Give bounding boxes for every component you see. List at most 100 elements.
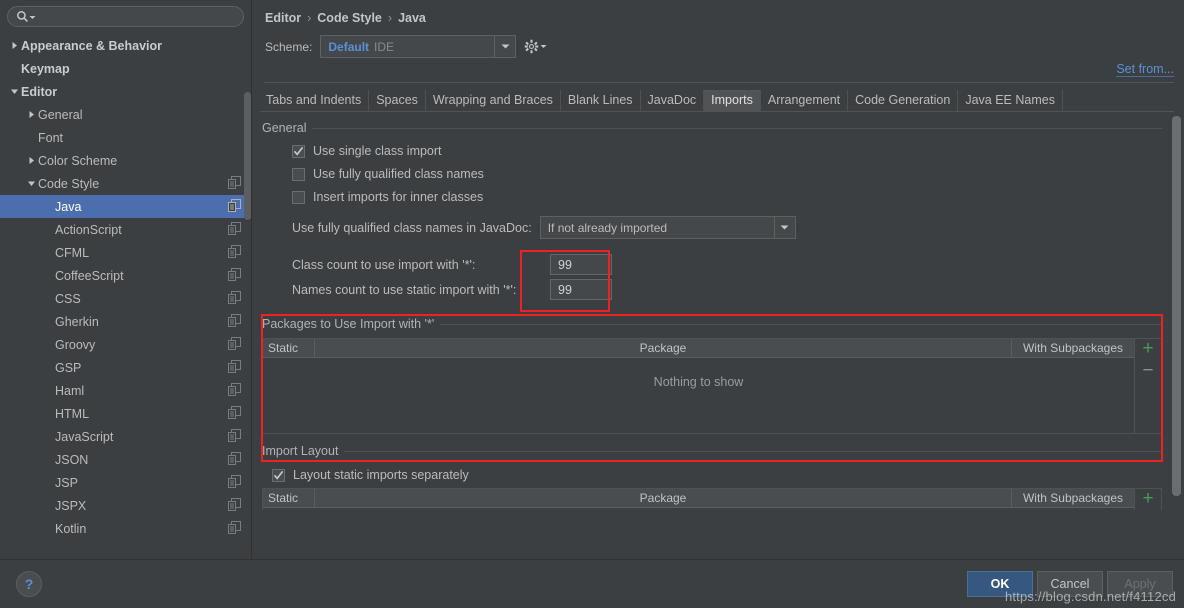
- sidebar-item-gsp[interactable]: GSP: [0, 356, 251, 379]
- header-divider: [264, 82, 1174, 83]
- names-count-input[interactable]: 99: [550, 279, 612, 300]
- packages-table[interactable]: Static Package With Subpackages Nothing …: [262, 338, 1162, 434]
- chevron-down-icon[interactable]: [773, 217, 795, 238]
- group-rule: [440, 323, 1162, 325]
- column-header-package[interactable]: Package: [315, 489, 1012, 507]
- chevron-down-icon[interactable]: [25, 179, 38, 188]
- remove-package-button[interactable]: −: [1142, 361, 1153, 380]
- copy-scheme-icon[interactable]: [228, 474, 241, 491]
- copy-scheme-icon[interactable]: [228, 290, 241, 307]
- chevron-down-icon[interactable]: [494, 36, 515, 57]
- layout-static-imports-checkbox[interactable]: [272, 468, 285, 482]
- set-from-link[interactable]: Set from...: [1116, 62, 1174, 77]
- copy-scheme-icon[interactable]: [228, 451, 241, 468]
- content-scrollbar-thumb[interactable]: [1172, 116, 1181, 496]
- sidebar-item-actionscript[interactable]: ActionScript: [0, 218, 251, 241]
- column-header-static[interactable]: Static: [263, 339, 315, 357]
- help-button[interactable]: ?: [16, 571, 42, 597]
- sidebar-item-label: Color Scheme: [38, 153, 118, 168]
- copy-scheme-icon[interactable]: [228, 198, 241, 215]
- sidebar-item-font[interactable]: Font: [0, 126, 251, 149]
- sidebar-item-code-style[interactable]: Code Style: [0, 172, 251, 195]
- gear-dropdown-icon: [540, 45, 547, 48]
- column-header-subpackages[interactable]: With Subpackages: [1012, 339, 1134, 357]
- checkbox-use-fully-qualified-class-names[interactable]: [292, 167, 305, 181]
- tab-arrangement[interactable]: Arrangement: [761, 90, 849, 111]
- column-header-package[interactable]: Package: [315, 339, 1012, 357]
- copy-scheme-icon[interactable]: [228, 382, 241, 399]
- checkbox-row-1[interactable]: Use fully qualified class names: [292, 167, 1162, 181]
- scheme-dropdown[interactable]: Default IDE: [320, 35, 517, 58]
- copy-scheme-icon[interactable]: [228, 267, 241, 284]
- settings-tabs[interactable]: Tabs and Indents Spaces Wrapping and Brace…: [259, 90, 1184, 111]
- tab-blank-lines[interactable]: Blank Lines: [561, 90, 641, 111]
- copy-scheme-icon[interactable]: [228, 336, 241, 353]
- sidebar-item-editor[interactable]: Editor: [0, 80, 251, 103]
- column-header-static[interactable]: Static: [263, 489, 315, 507]
- checkbox-row-2[interactable]: Insert imports for inner classes: [292, 190, 1162, 204]
- checkbox-insert-imports-for-inner-classes[interactable]: [292, 190, 305, 204]
- sidebar-item-haml[interactable]: Haml: [0, 379, 251, 402]
- sidebar-item-label: Keymap: [21, 61, 70, 76]
- sidebar-item-appearance-behavior[interactable]: Appearance & Behavior: [0, 34, 251, 57]
- sidebar-item-label: Appearance & Behavior: [21, 38, 163, 53]
- chevron-down-icon[interactable]: [8, 87, 21, 96]
- search-icon: [16, 10, 29, 23]
- copy-scheme-icon[interactable]: [228, 428, 241, 445]
- sidebar-item-label: CSS: [55, 291, 81, 306]
- column-header-subpackages[interactable]: With Subpackages: [1012, 489, 1134, 507]
- sidebar-item-general[interactable]: General: [0, 103, 251, 126]
- class-count-input[interactable]: 99: [550, 254, 612, 275]
- chevron-right-icon[interactable]: [8, 41, 21, 50]
- copy-scheme-icon[interactable]: [228, 313, 241, 330]
- tab-wrapping-and-braces[interactable]: Wrapping and Braces: [426, 90, 561, 111]
- breadcrumb-part[interactable]: Editor: [265, 11, 301, 25]
- sidebar-item-css[interactable]: CSS: [0, 287, 251, 310]
- tab-java-ee-names[interactable]: Java EE Names: [958, 90, 1063, 111]
- tab-spaces[interactable]: Spaces: [369, 90, 426, 111]
- sidebar-scrollbar-thumb[interactable]: [244, 92, 251, 220]
- checkbox-row-0[interactable]: Use single class import: [292, 144, 1162, 158]
- search-dropdown-icon[interactable]: [29, 10, 36, 24]
- sidebar-item-color-scheme[interactable]: Color Scheme: [0, 149, 251, 172]
- layout-static-imports-checkbox-row[interactable]: Layout static imports separately: [272, 468, 1184, 482]
- tab-imports[interactable]: Imports: [704, 90, 761, 111]
- tab-tabs-and-indents[interactable]: Tabs and Indents: [259, 90, 370, 111]
- copy-scheme-icon[interactable]: [228, 405, 241, 422]
- add-import-layout-button[interactable]: +: [1142, 489, 1153, 508]
- sidebar-item-html[interactable]: HTML: [0, 402, 251, 425]
- breadcrumb-part[interactable]: Code Style: [317, 11, 382, 25]
- search-input[interactable]: [40, 9, 235, 24]
- sidebar-item-jspx[interactable]: JSPX: [0, 494, 251, 517]
- tab-javadoc[interactable]: JavaDoc: [641, 90, 705, 111]
- copy-scheme-icon[interactable]: [228, 359, 241, 376]
- sidebar-item-kotlin[interactable]: Kotlin: [0, 517, 251, 540]
- sidebar-item-cfml[interactable]: CFML: [0, 241, 251, 264]
- sidebar-item-json[interactable]: JSON: [0, 448, 251, 471]
- sidebar-item-javascript[interactable]: JavaScript: [0, 425, 251, 448]
- breadcrumb-part[interactable]: Java: [398, 11, 426, 25]
- sidebar-item-keymap[interactable]: Keymap: [0, 57, 251, 80]
- copy-scheme-icon[interactable]: [228, 175, 241, 192]
- add-package-button[interactable]: +: [1142, 339, 1153, 358]
- chevron-right-icon[interactable]: [25, 156, 38, 165]
- chevron-right-icon[interactable]: [25, 110, 38, 119]
- checkbox-use-single-class-import[interactable]: [292, 144, 305, 158]
- import-layout-header: Import Layout: [262, 444, 1162, 458]
- sidebar-item-groovy[interactable]: Groovy: [0, 333, 251, 356]
- scheme-settings-button[interactable]: [524, 39, 547, 54]
- import-layout-table[interactable]: Static Package With Subpackages +: [262, 488, 1162, 510]
- copy-scheme-icon[interactable]: [228, 221, 241, 238]
- sidebar-item-gherkin[interactable]: Gherkin: [0, 310, 251, 333]
- copy-scheme-icon[interactable]: [228, 244, 241, 261]
- search-box[interactable]: [7, 6, 244, 27]
- tab-code-generation[interactable]: Code Generation: [848, 90, 959, 111]
- copy-scheme-icon[interactable]: [228, 520, 241, 537]
- sidebar-item-coffeescript[interactable]: CoffeeScript: [0, 264, 251, 287]
- sidebar-item-java[interactable]: Java: [0, 195, 251, 218]
- javadoc-dropdown[interactable]: If not already imported: [539, 216, 796, 239]
- sidebar-item-jsp[interactable]: JSP: [0, 471, 251, 494]
- scheme-row: Scheme: Default IDE: [252, 31, 1184, 58]
- settings-tree[interactable]: Appearance & Behavior Keymap Editor General…: [0, 31, 251, 559]
- copy-scheme-icon[interactable]: [228, 497, 241, 514]
